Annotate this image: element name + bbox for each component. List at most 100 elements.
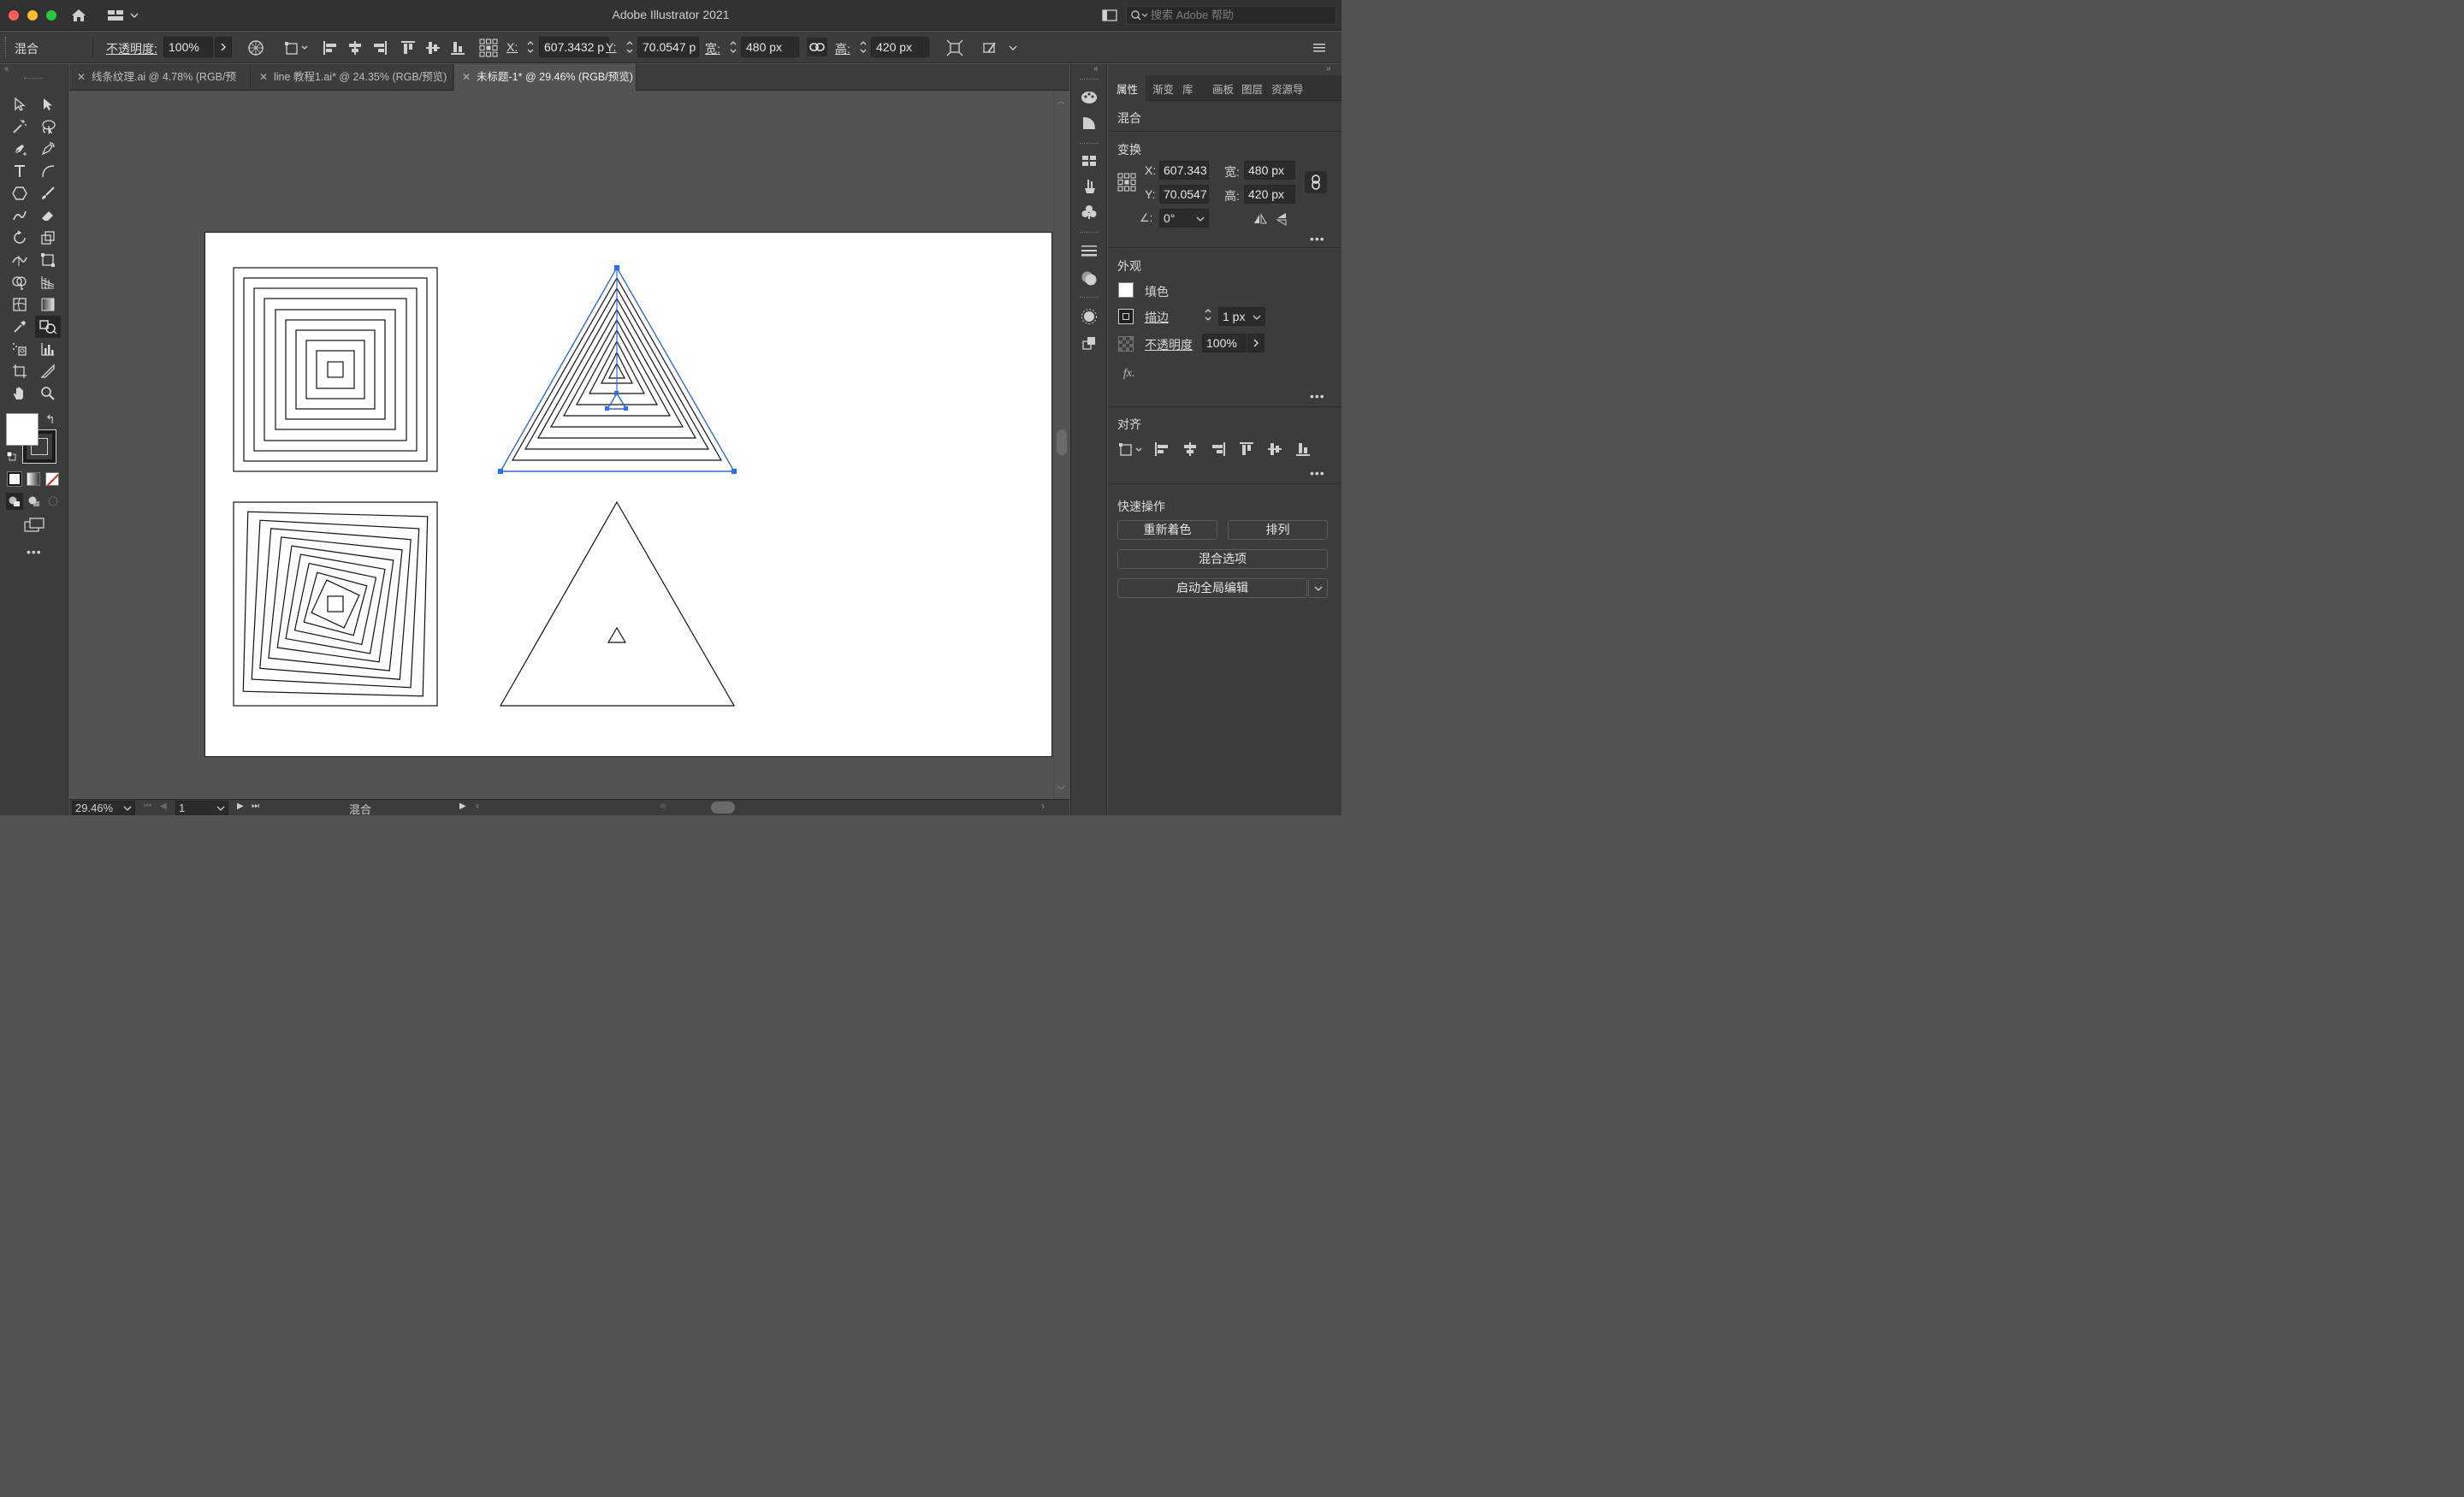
panel-align-left-icon[interactable] [1154, 441, 1170, 457]
paintbrush-tool-icon[interactable] [37, 183, 59, 204]
gradient-tool-icon[interactable] [37, 294, 59, 315]
y-input[interactable]: 70.0547 p [637, 37, 699, 57]
isolate-object-dropdown[interactable] [979, 38, 1022, 58]
appearance-opacity-input[interactable]: 100% [1202, 334, 1247, 352]
width-stepper-icon[interactable] [726, 37, 741, 57]
scroll-up-icon[interactable]: ︿ [1057, 95, 1065, 106]
swatches-panel-icon[interactable] [1078, 151, 1100, 171]
height-input[interactable]: 420 px [871, 37, 929, 57]
type-tool-icon[interactable] [9, 161, 31, 181]
transform-more-options-icon[interactable]: ••• [1310, 232, 1325, 246]
start-global-edit-button[interactable]: 启动全局编辑 [1117, 578, 1307, 598]
recolor-button[interactable]: 重新着色 [1117, 520, 1217, 540]
arc-tool-icon[interactable] [37, 161, 59, 181]
width-input[interactable]: 480 px [741, 37, 799, 57]
align-vertical-center-icon[interactable] [424, 38, 442, 57]
draw-normal-mode-icon[interactable] [6, 493, 23, 510]
opacity-chevron-right-icon[interactable] [1247, 334, 1265, 352]
lasso-tool-icon[interactable] [37, 116, 59, 137]
scale-tool-icon[interactable] [37, 228, 59, 248]
color-mode-button[interactable] [8, 472, 21, 486]
stroke-panel-icon[interactable] [1078, 240, 1100, 261]
last-artboard-icon[interactable]: ⏭ [252, 802, 259, 811]
blend-options-button[interactable]: 混合选项 [1117, 549, 1328, 569]
collapse-panel-icon[interactable]: » [1326, 64, 1331, 74]
artboard[interactable] [204, 232, 1052, 757]
perspective-grid-tool-icon[interactable] [37, 272, 59, 293]
transform-height-input[interactable]: 420 px [1244, 185, 1295, 204]
document-tab-active[interactable]: ✕ 未标题-1* @ 29.46% (RGB/预览) [454, 64, 637, 91]
effects-fx-button[interactable]: fx. [1123, 367, 1135, 381]
close-tab-icon[interactable]: ✕ [77, 64, 86, 90]
arrange-button[interactable]: 排列 [1228, 520, 1328, 540]
panel-align-bottom-icon[interactable] [1295, 441, 1311, 457]
close-tab-icon[interactable]: ✕ [259, 64, 268, 90]
change-screen-mode-icon[interactable] [23, 517, 45, 534]
panel-align-vertical-center-icon[interactable] [1267, 441, 1282, 457]
collapse-toolbar-icon[interactable]: « [4, 64, 9, 74]
height-stepper-icon[interactable] [856, 37, 871, 57]
shape-builder-tool-icon[interactable] [9, 272, 31, 293]
edit-toolbar-more-icon[interactable]: ••• [27, 545, 42, 559]
document-tab[interactable]: ✕ 线条纹理.ai @ 4.78% (RGB/预览) [69, 64, 251, 109]
tab-asset-export[interactable]: 资源导 [1271, 80, 1304, 97]
opacity-chevron-right-icon[interactable] [215, 37, 232, 57]
symbols-panel-icon[interactable] [1078, 202, 1100, 222]
expand-dock-icon[interactable]: « [1093, 64, 1099, 74]
vertical-scrollbar[interactable]: ︿ ﹀ [1053, 92, 1069, 799]
document-tab[interactable]: ✕ line 教程1.ai* @ 24.35% (RGB/预览) [252, 64, 453, 91]
x-stepper-icon[interactable] [523, 37, 538, 57]
appearance-more-options-icon[interactable]: ••• [1310, 389, 1325, 403]
align-horizontal-center-icon[interactable] [346, 38, 364, 57]
recolor-artwork-icon[interactable] [246, 38, 265, 57]
selection-tool-icon[interactable] [9, 94, 31, 115]
align-bottom-icon[interactable] [448, 38, 467, 57]
brushes-panel-icon[interactable] [1078, 176, 1100, 197]
flip-vertical-icon[interactable] [1276, 212, 1288, 226]
zoom-tool-icon[interactable] [37, 383, 59, 404]
align-more-options-icon[interactable]: ••• [1310, 466, 1325, 480]
opacity-input[interactable]: 100% [163, 37, 213, 57]
none-mode-button[interactable] [45, 472, 59, 486]
artboard-tool-icon[interactable] [9, 361, 31, 382]
align-right-icon[interactable] [370, 38, 389, 57]
fill-swatch[interactable] [1118, 282, 1134, 298]
mesh-tool-icon[interactable] [9, 294, 31, 315]
stroke-label[interactable]: 描边 [1145, 309, 1169, 326]
flip-horizontal-icon[interactable] [1253, 213, 1267, 225]
free-transform-tool-icon[interactable] [37, 250, 59, 270]
panel-align-right-icon[interactable] [1211, 441, 1226, 457]
tab-layers[interactable]: 图层 [1241, 80, 1263, 97]
transform-y-input[interactable]: 70.0547 [1159, 185, 1209, 204]
tab-artboards[interactable]: 画板 [1212, 80, 1234, 97]
width-tool-icon[interactable] [9, 250, 31, 270]
stroke-weight-stepper-icon[interactable] [1204, 307, 1217, 326]
gradient-mode-button[interactable] [27, 472, 40, 486]
appearance-opacity-label[interactable]: 不透明度 [1145, 336, 1193, 353]
align-left-icon[interactable] [321, 38, 340, 57]
panel-align-top-icon[interactable] [1239, 441, 1254, 457]
horizontal-scroll-thumb[interactable] [711, 802, 735, 814]
reference-point-icon[interactable] [1117, 173, 1136, 192]
control-bar-menu-icon[interactable] [1311, 39, 1328, 56]
panel-align-horizontal-center-icon[interactable] [1182, 441, 1198, 457]
rotate-tool-icon[interactable] [9, 228, 31, 248]
stroke-swatch[interactable] [1118, 309, 1134, 324]
rotate-angle-input[interactable]: 0° [1159, 209, 1209, 228]
align-to-selection-dropdown[interactable] [284, 38, 310, 57]
help-search-input[interactable]: 搜索 Adobe 帮助 [1126, 6, 1336, 25]
fill-color-swatch[interactable] [6, 413, 38, 446]
direct-selection-tool-icon[interactable] [37, 94, 59, 115]
constrain-proportions-link-icon[interactable] [1305, 171, 1327, 193]
artboard-navigator[interactable]: 1 [175, 801, 228, 815]
symbol-sprayer-tool-icon[interactable] [9, 339, 31, 359]
default-fill-stroke-icon[interactable] [6, 451, 16, 461]
hand-tool-icon[interactable] [9, 383, 31, 404]
column-graph-tool-icon[interactable] [37, 339, 59, 359]
swap-fill-stroke-icon[interactable]: ↰ [45, 412, 56, 427]
polygon-tool-icon[interactable] [9, 183, 31, 204]
reference-point-icon[interactable] [478, 38, 499, 58]
x-input[interactable]: 607.3432 p [539, 37, 609, 57]
opacity-label[interactable]: 不透明度: [106, 40, 157, 57]
transform-options-icon[interactable] [945, 38, 965, 58]
